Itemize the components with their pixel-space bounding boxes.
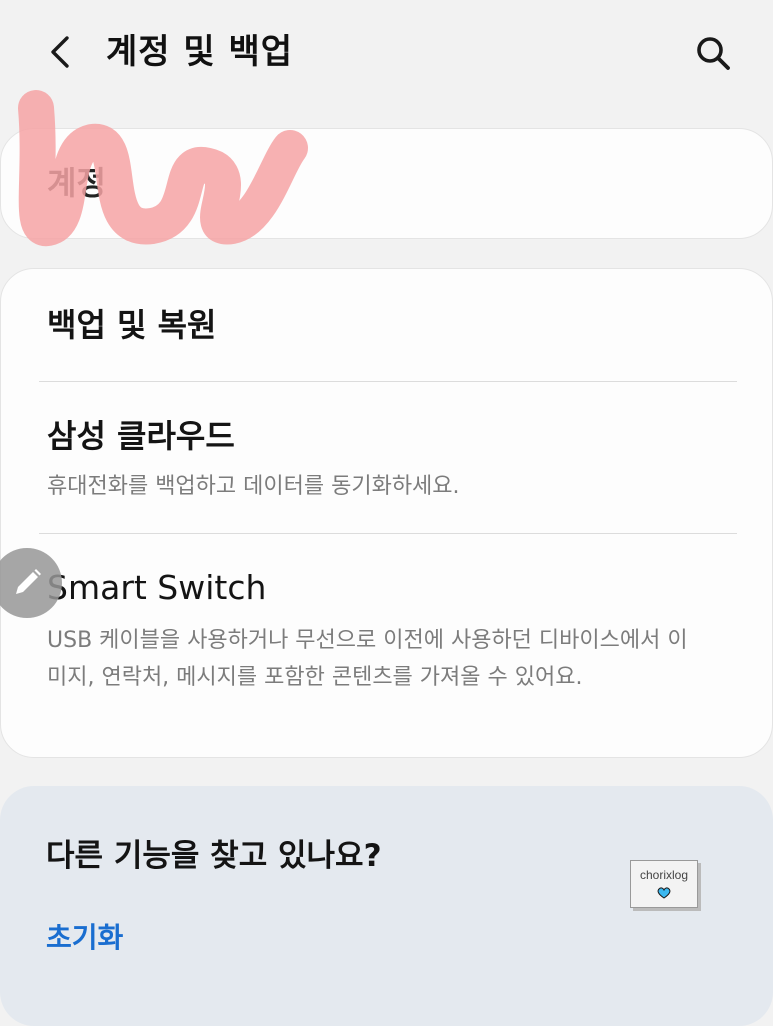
watermark-text: chorixlog bbox=[639, 868, 689, 882]
menu-item-account[interactable]: 계정 bbox=[1, 129, 773, 240]
menu-title: 삼성 클라우드 bbox=[47, 417, 235, 455]
account-card: 계정 bbox=[0, 128, 773, 239]
chevron-left-icon bbox=[51, 36, 69, 68]
menu-title: Smart Switch bbox=[47, 568, 267, 607]
back-button[interactable] bbox=[38, 30, 82, 74]
account-title: 계정 bbox=[47, 164, 106, 202]
watermark: chorixlog bbox=[630, 860, 698, 908]
menu-item-backup-restore[interactable]: 백업 및 복원 bbox=[1, 269, 773, 381]
help-title: 다른 기능을 찾고 있나요? bbox=[46, 838, 382, 874]
backup-card: 백업 및 복원 삼성 클라우드 휴대전화를 백업하고 데이터를 동기화하세요. … bbox=[0, 268, 773, 758]
menu-title: 백업 및 복원 bbox=[47, 306, 217, 344]
menu-item-smart-switch[interactable]: Smart Switch USB 케이블을 사용하거나 무선으로 이전에 사용하… bbox=[1, 534, 773, 758]
menu-item-samsung-cloud[interactable]: 삼성 클라우드 휴대전화를 백업하고 데이터를 동기화하세요. bbox=[1, 382, 773, 533]
page-title: 계정 및 백업 bbox=[106, 32, 294, 72]
pencil-icon bbox=[16, 569, 41, 594]
search-button[interactable] bbox=[690, 30, 736, 76]
search-icon bbox=[697, 37, 730, 70]
menu-description: 휴대전화를 백업하고 데이터를 동기화하세요. bbox=[47, 474, 460, 499]
heart-icon bbox=[657, 887, 671, 899]
menu-description: USB 케이블을 사용하거나 무선으로 이전에 사용하던 디바이스에서 이미지,… bbox=[47, 628, 688, 690]
reset-link[interactable]: 초기화 bbox=[46, 916, 123, 960]
app-header: 계정 및 백업 bbox=[0, 0, 773, 110]
